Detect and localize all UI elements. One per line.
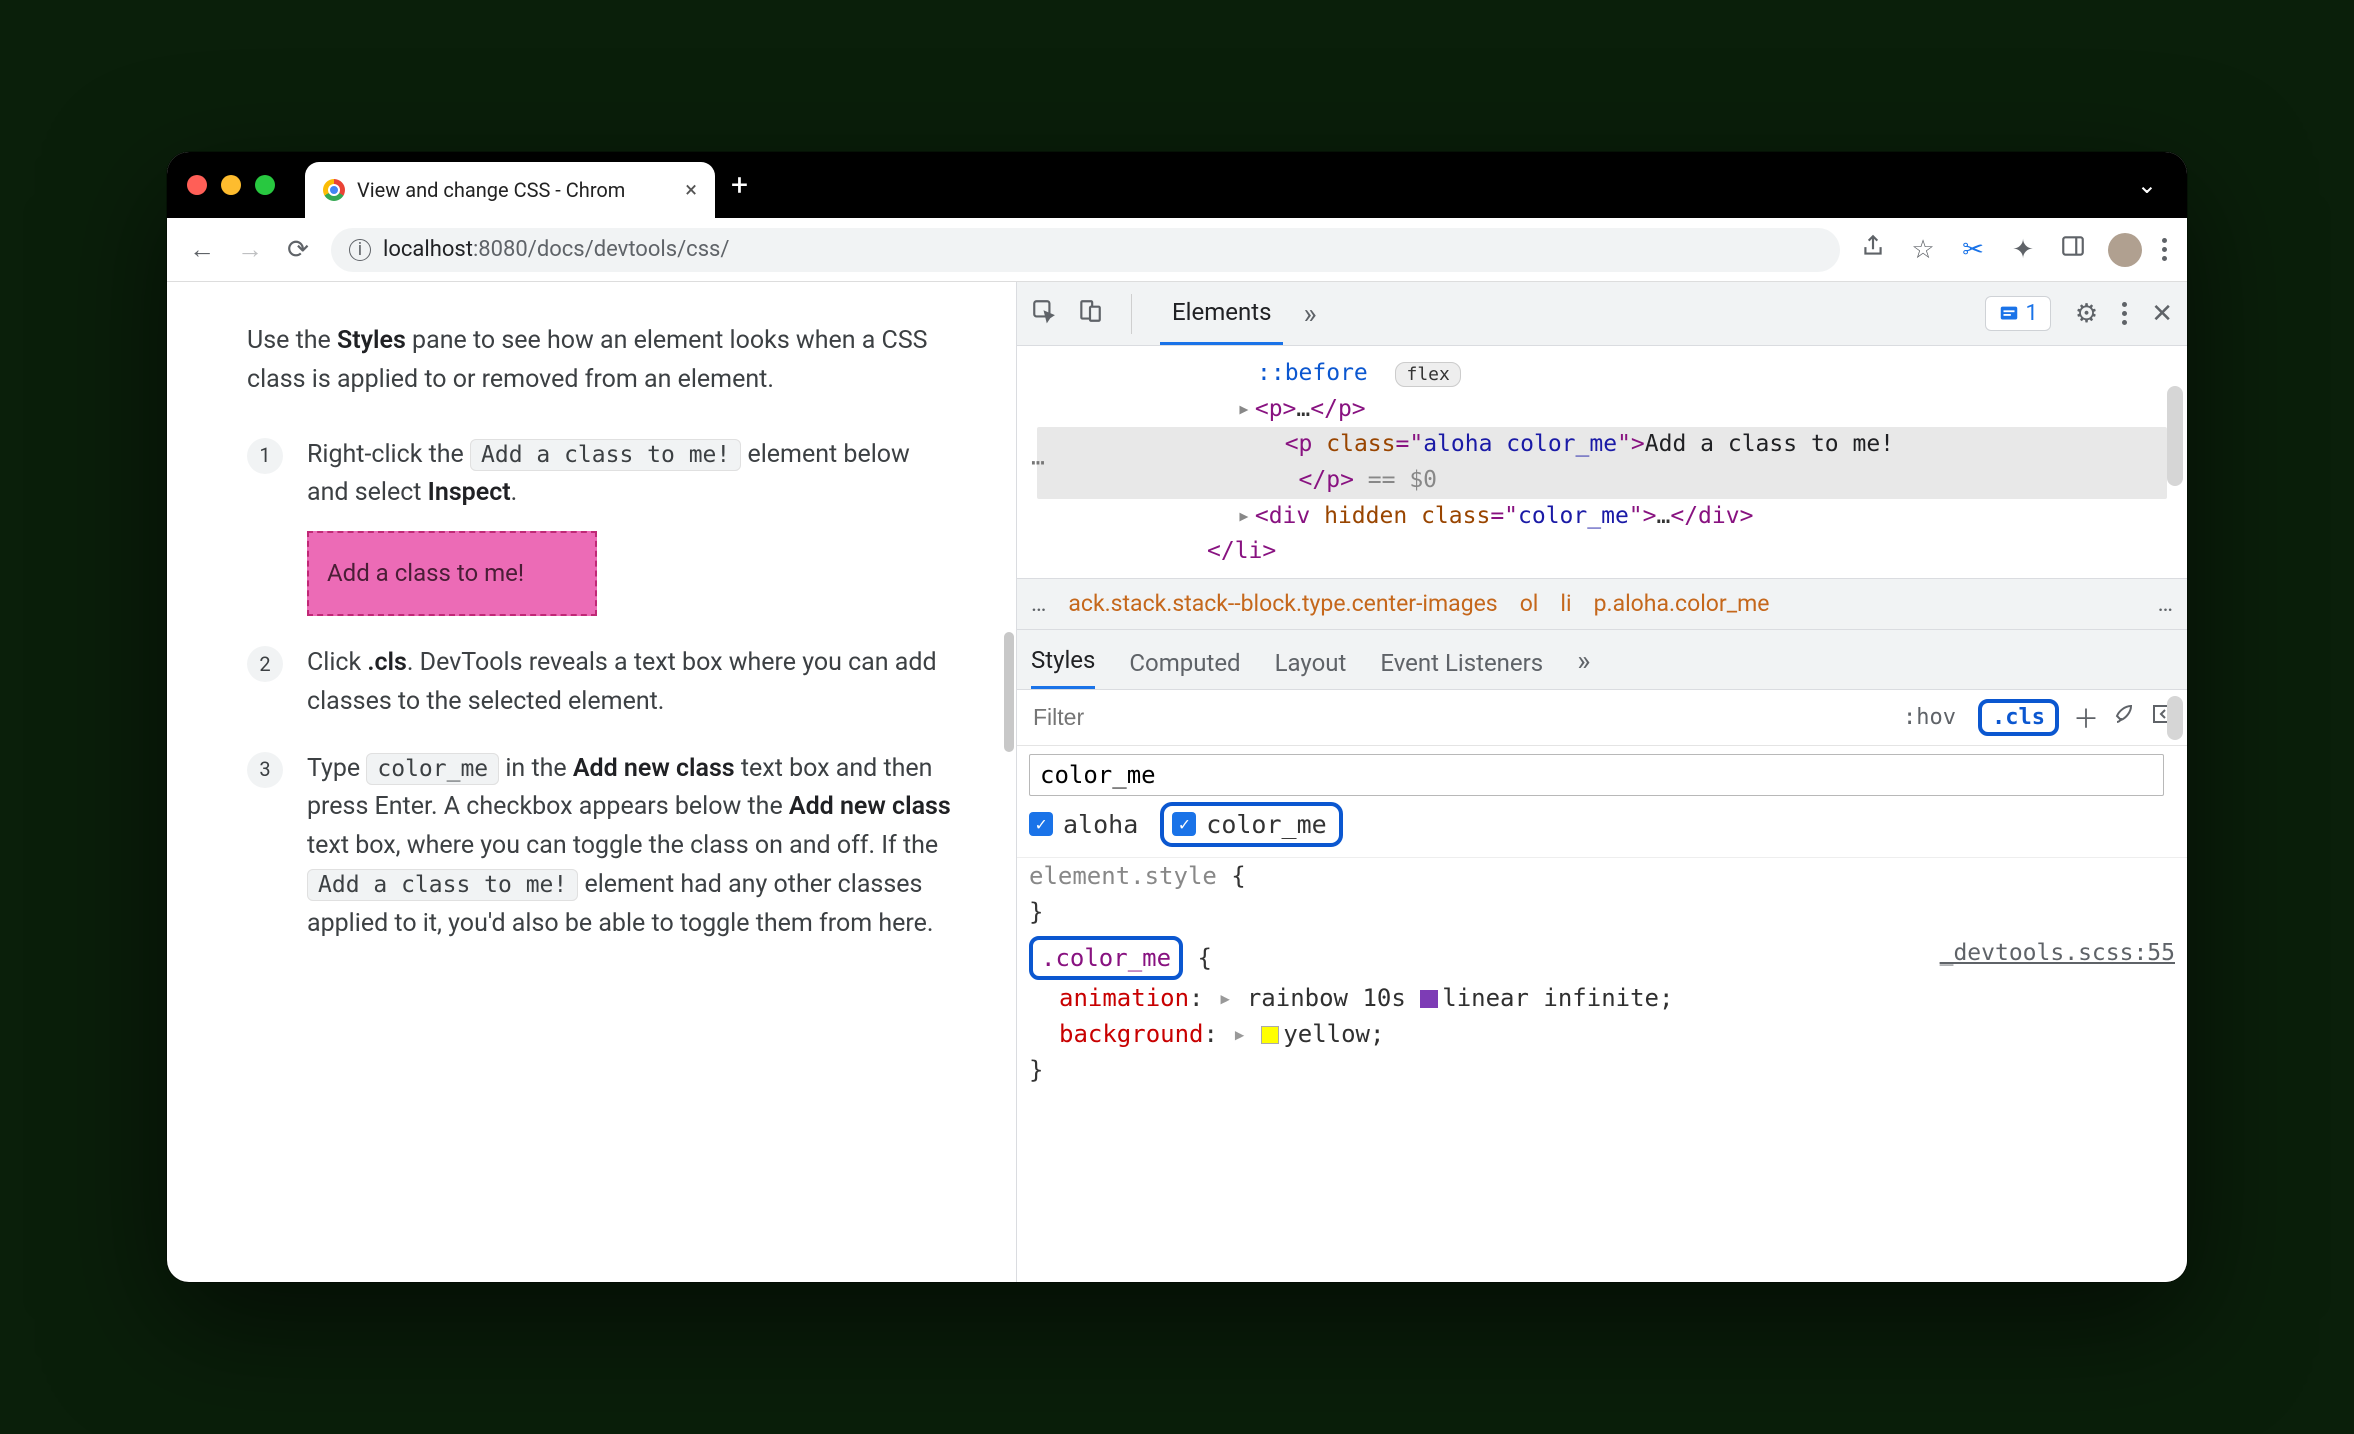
subtab-layout[interactable]: Layout — [1275, 649, 1347, 689]
new-style-rule-icon[interactable]: ＋ — [2073, 699, 2099, 736]
dom-node[interactable]: ▸<p>…</p> — [1037, 392, 2167, 428]
checkbox-checked-icon[interactable]: ✓ — [1172, 812, 1196, 836]
crumb[interactable]: li — [1560, 590, 1571, 617]
selector-color-me[interactable]: .color_me — [1029, 936, 1183, 980]
share-icon[interactable] — [1858, 233, 1888, 266]
subtab-event-listeners[interactable]: Event Listeners — [1380, 649, 1543, 689]
rule-source-link[interactable]: _devtools.scss:55 — [1940, 936, 2175, 971]
inspect-element-icon[interactable] — [1031, 298, 1057, 330]
more-tabs-icon[interactable]: » — [1303, 297, 1316, 330]
easing-swatch-icon[interactable] — [1420, 990, 1438, 1008]
site-info-icon[interactable]: i — [349, 239, 371, 261]
step-1: 1 Right-click the Add a class to me! ele… — [247, 436, 956, 617]
dom-tree[interactable]: ⋯ ::before flex ▸<p>…</p> <p class="aloh… — [1017, 346, 2187, 578]
back-button[interactable]: ← — [187, 234, 217, 265]
flex-badge[interactable]: flex — [1395, 362, 1460, 387]
page-scrollbar[interactable] — [1004, 632, 1014, 752]
browser-tab[interactable]: View and change CSS - Chrom × — [305, 162, 715, 218]
maximize-window-icon[interactable] — [255, 175, 275, 195]
styles-scrollbar[interactable] — [2167, 696, 2183, 740]
settings-icon[interactable]: ⚙ — [2075, 299, 2098, 329]
crumb-selected[interactable]: p.aloha.color_me — [1594, 590, 1770, 617]
titlebar: View and change CSS - Chrom × + ⌄ — [167, 152, 2187, 218]
subtab-computed[interactable]: Computed — [1129, 649, 1240, 689]
crumb[interactable]: ack.stack.stack--block.type.center-image… — [1068, 590, 1497, 617]
more-subtabs-icon[interactable]: » — [1577, 644, 1590, 689]
styles-filter-bar: :hov .cls ＋ — [1017, 690, 2187, 746]
devtools-menu-icon[interactable] — [2122, 302, 2127, 325]
style-rules[interactable]: element.style { } .color_me { _devtools.… — [1017, 857, 2187, 1108]
window-menu-chevron-icon[interactable]: ⌄ — [2137, 171, 2157, 199]
window-controls — [187, 175, 275, 195]
browser-toolbar: ← → ⟳ i localhost:8080/docs/devtools/css… — [167, 218, 2187, 282]
extensions-icon[interactable]: ✦ — [2008, 235, 2038, 265]
close-devtools-icon[interactable]: ✕ — [2151, 299, 2173, 329]
class-toggle-aloha[interactable]: ✓ aloha — [1029, 810, 1138, 839]
subtab-styles[interactable]: Styles — [1031, 646, 1095, 689]
scissors-icon[interactable]: ✂ — [1958, 235, 1988, 265]
hov-button[interactable]: :hov — [1895, 701, 1964, 734]
brush-icon[interactable] — [2113, 702, 2137, 733]
device-toggle-icon[interactable] — [1077, 298, 1103, 330]
avatar[interactable] — [2108, 233, 2142, 267]
class-toggle-color-me[interactable]: ✓ color_me — [1160, 802, 1342, 847]
side-panel-icon[interactable] — [2058, 233, 2088, 266]
url-text: localhost:8080/docs/devtools/css/ — [383, 237, 729, 262]
demo-element[interactable]: Add a class to me! — [307, 531, 597, 616]
minimize-window-icon[interactable] — [221, 175, 241, 195]
selector-element-style[interactable]: element.style — [1029, 862, 1217, 890]
issues-count: 1 — [2026, 301, 2038, 326]
color-swatch-icon[interactable] — [1261, 1026, 1279, 1044]
add-class-input[interactable] — [1029, 754, 2164, 796]
dom-node-selected[interactable]: <p class="aloha color_me">Add a class to… — [1037, 427, 2167, 498]
dom-scrollbar[interactable] — [2167, 386, 2183, 486]
close-tab-icon[interactable]: × — [685, 178, 697, 203]
chrome-menu-icon[interactable] — [2162, 238, 2167, 261]
dom-node[interactable]: </li> — [1037, 534, 2167, 570]
step-number: 1 — [247, 438, 283, 474]
chrome-icon — [323, 179, 345, 201]
crumb-overflow-left[interactable]: … — [1031, 590, 1046, 617]
step-number: 3 — [247, 752, 283, 788]
forward-button[interactable]: → — [235, 234, 265, 265]
issues-button[interactable]: 1 — [1985, 296, 2051, 331]
crumb[interactable]: ol — [1520, 590, 1539, 617]
browser-window: View and change CSS - Chrom × + ⌄ ← → ⟳ … — [167, 152, 2187, 1282]
overflow-ellipsis-icon[interactable]: ⋯ — [1031, 446, 1047, 482]
cls-button[interactable]: .cls — [1978, 699, 2059, 736]
dom-node[interactable]: ▸<div hidden class="color_me">…</div> — [1037, 499, 2167, 535]
intro-paragraph: Use the Styles pane to see how an elemen… — [247, 322, 956, 400]
tab-title: View and change CSS - Chrom — [357, 178, 673, 202]
step-3: 3 Type color_me in the Add new class tex… — [247, 750, 956, 944]
close-window-icon[interactable] — [187, 175, 207, 195]
code-snippet: Add a class to me! — [307, 869, 578, 901]
crumb-overflow-right[interactable]: … — [2158, 590, 2173, 617]
bookmark-icon[interactable]: ☆ — [1908, 235, 1938, 265]
page-content: Use the Styles pane to see how an elemen… — [167, 282, 1017, 1282]
code-snippet: Add a class to me! — [470, 439, 741, 471]
class-toggles: ✓ aloha ✓ color_me — [1017, 796, 2187, 857]
reload-button[interactable]: ⟳ — [283, 235, 313, 265]
code-snippet: color_me — [366, 753, 499, 785]
new-tab-button[interactable]: + — [731, 168, 748, 203]
devtools-tabs: Elements » 1 ⚙ ✕ — [1017, 282, 2187, 346]
address-bar[interactable]: i localhost:8080/docs/devtools/css/ — [331, 228, 1840, 272]
styles-filter-input[interactable] — [1029, 698, 1881, 737]
step-2: 2 Click .cls. DevTools reveals a text bo… — [247, 644, 956, 722]
tab-elements[interactable]: Elements — [1160, 283, 1283, 345]
devtools-panel: Elements » 1 ⚙ ✕ ⋯ — [1017, 282, 2187, 1282]
dom-breadcrumbs[interactable]: … ack.stack.stack--block.type.center-ima… — [1017, 578, 2187, 630]
styles-subtabs: Styles Computed Layout Event Listeners » — [1017, 630, 2187, 690]
step-number: 2 — [247, 646, 283, 682]
checkbox-checked-icon[interactable]: ✓ — [1029, 812, 1053, 836]
